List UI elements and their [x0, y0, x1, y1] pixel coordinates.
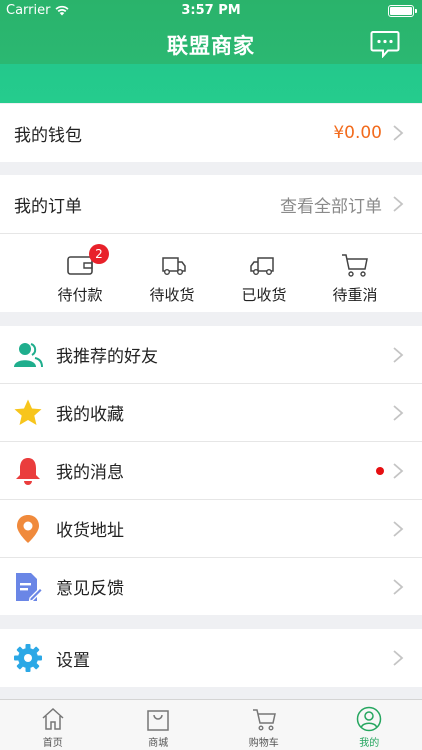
order-status-repurchase[interactable]: 待重消	[300, 236, 410, 312]
chevron-right-icon	[393, 650, 404, 666]
tab-label: 首页	[42, 738, 63, 749]
chevron-right-icon	[393, 196, 404, 212]
gear-icon	[14, 644, 42, 672]
menu-item-label: 意见反馈	[56, 579, 124, 599]
tab-label: 购物车	[248, 738, 279, 749]
truck-icon	[250, 257, 274, 276]
chevron-right-icon	[393, 578, 404, 595]
shopping-bag-icon	[147, 710, 169, 731]
tab-profile[interactable]: 我的	[317, 700, 422, 750]
home-icon	[42, 707, 64, 730]
tab-mall[interactable]: 商城	[106, 700, 212, 750]
wallet-label: 我的钱包	[14, 125, 82, 146]
cart-icon	[252, 709, 276, 731]
tab-home[interactable]: 首页	[0, 700, 106, 750]
battery-icon	[388, 5, 417, 17]
pending-payment-badge: 2	[89, 244, 109, 264]
orders-row[interactable]: 我的订单 查看全部订单	[0, 175, 422, 233]
settings-row[interactable]: 设置	[0, 629, 422, 687]
chevron-right-icon	[393, 520, 404, 537]
menu-item-feedback[interactable]: 意见反馈	[0, 558, 422, 615]
clock: 3:57 PM	[181, 3, 241, 18]
settings-label: 设置	[56, 650, 90, 671]
divider	[0, 233, 422, 234]
header: Carrier 3:57 PM 联盟商家	[0, 0, 422, 103]
menu-item-recommended-friends[interactable]: 我推荐的好友	[0, 326, 422, 383]
page-title: 联盟商家	[167, 34, 255, 58]
friends-icon	[14, 342, 43, 367]
menu-item-shipping-address[interactable]: 收货地址	[0, 500, 422, 557]
location-pin-icon	[17, 514, 39, 543]
chevron-right-icon	[393, 462, 404, 479]
orders-label: 我的订单	[14, 196, 82, 217]
menu-item-label: 收货地址	[56, 521, 124, 541]
chevron-right-icon	[393, 125, 404, 141]
tab-cart[interactable]: 购物车	[211, 700, 317, 750]
menu-item-label: 我的消息	[56, 463, 124, 483]
bell-icon	[16, 457, 40, 485]
chat-bubble-icon[interactable]	[370, 30, 400, 58]
cart-icon	[342, 254, 368, 277]
menu-item-label: 我推荐的好友	[56, 347, 158, 367]
chevron-right-icon	[393, 346, 404, 363]
order-status-label: 待重消	[332, 286, 378, 304]
wallet-balance: ¥0.00	[333, 123, 382, 143]
menu-item-favorites[interactable]: 我的收藏	[0, 384, 422, 441]
tab-bar: 首页 商城 购物车 我的	[0, 699, 422, 750]
feedback-icon	[16, 572, 43, 602]
menu-item-messages[interactable]: 我的消息	[0, 442, 422, 499]
tab-label: 商城	[148, 738, 169, 749]
view-all-orders-link[interactable]: 查看全部订单	[280, 192, 382, 217]
unread-dot	[376, 466, 384, 475]
truck-icon	[162, 257, 186, 276]
menu-item-label: 我的收藏	[56, 405, 124, 425]
chevron-right-icon	[393, 404, 404, 421]
wallet-row[interactable]: 我的钱包 ¥0.00	[0, 104, 422, 162]
tab-label: 我的	[359, 738, 380, 749]
status-bar: Carrier 3:57 PM	[0, 0, 422, 22]
star-icon	[14, 399, 42, 425]
profile-icon	[357, 706, 382, 732]
